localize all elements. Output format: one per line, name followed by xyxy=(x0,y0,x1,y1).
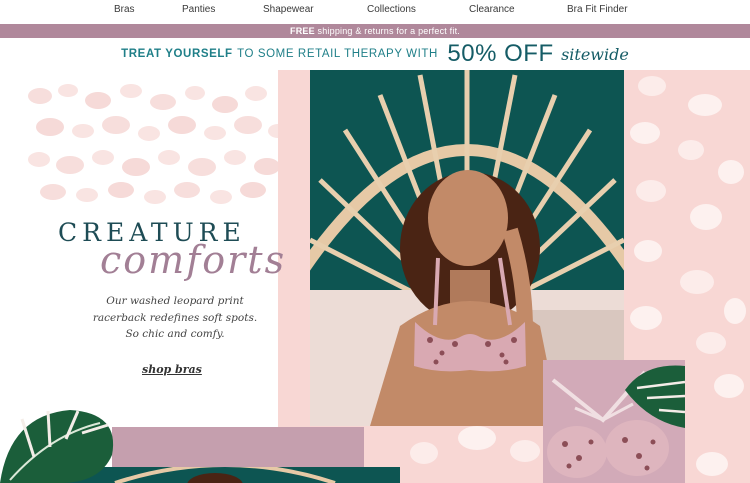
mauve-color-block xyxy=(112,427,364,467)
hero-description: Our washed leopard print racerback redef… xyxy=(80,293,270,343)
nav-item-panties[interactable]: Panties xyxy=(182,4,215,15)
tropical-leaf-right xyxy=(625,362,686,432)
tropical-leaf-icon xyxy=(625,365,686,428)
tropical-leaf-left xyxy=(0,405,120,483)
hero-description-line: Our washed leopard print xyxy=(106,295,244,307)
nav-item-bra-fit-finder[interactable]: Bra Fit Finder xyxy=(567,4,628,15)
headline-comforts: comforts xyxy=(100,238,287,282)
top-navigation: Bras Panties Shapewear Collections Clear… xyxy=(0,0,750,22)
promo-sitewide: sitewide xyxy=(561,44,629,64)
hero-description-line: So chic and comfy. xyxy=(125,328,225,340)
shipping-free-label: FREE xyxy=(290,26,315,36)
hero-description-line: racerback redefines soft spots. xyxy=(92,311,258,324)
nav-item-clearance[interactable]: Clearance xyxy=(469,4,515,15)
promo-discount: 50% OFF xyxy=(447,40,554,67)
shipping-banner[interactable]: FREE shipping & returns for a perfect fi… xyxy=(0,24,750,38)
nav-item-shapewear[interactable]: Shapewear xyxy=(263,4,314,15)
shop-bras-link[interactable]: shop bras xyxy=(142,363,202,376)
promo-banner[interactable]: TREAT YOURSELF TO SOME RETAIL THERAPY WI… xyxy=(0,40,750,70)
promo-retail-therapy: TO SOME RETAIL THERAPY WITH xyxy=(237,48,438,60)
promo-treat-yourself: TREAT YOURSELF xyxy=(121,48,233,60)
nav-item-bras[interactable]: Bras xyxy=(114,4,135,15)
nav-item-collections[interactable]: Collections xyxy=(367,4,416,15)
shipping-text: shipping & returns for a perfect fit. xyxy=(317,26,460,36)
tropical-leaf-icon xyxy=(0,410,114,483)
